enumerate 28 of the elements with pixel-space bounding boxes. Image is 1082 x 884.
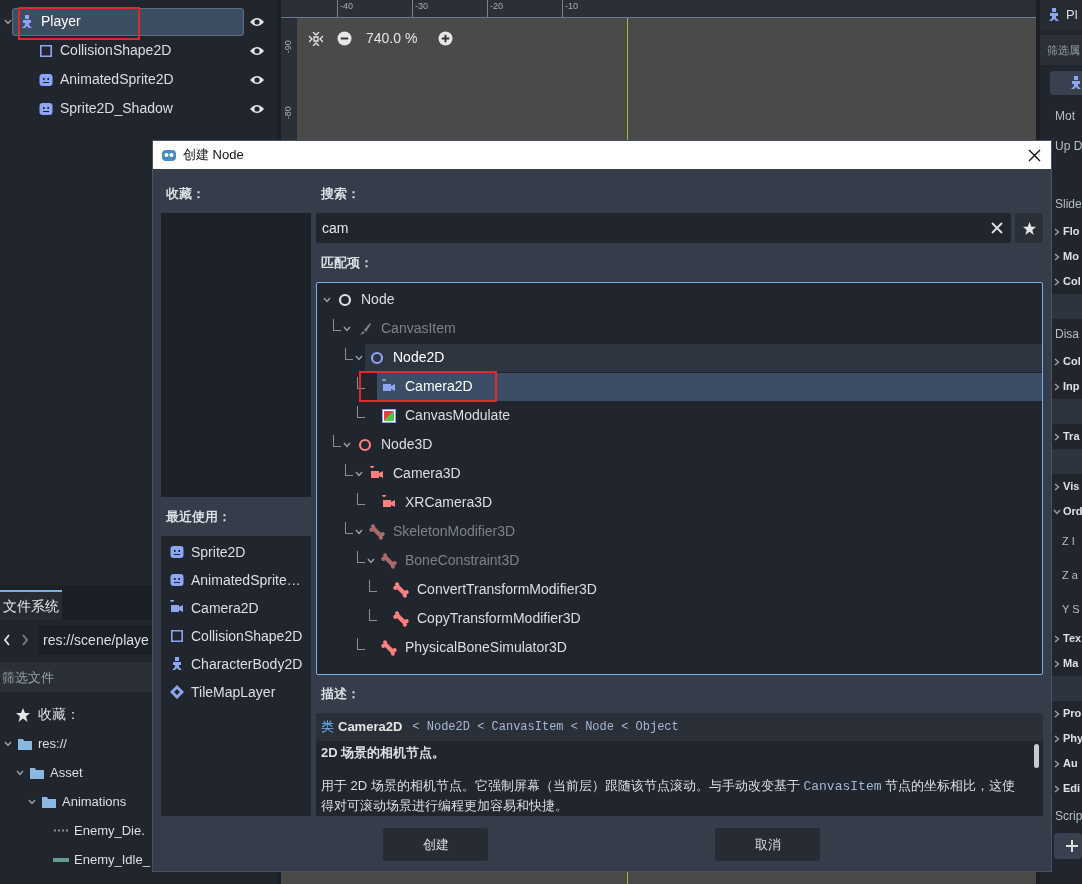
ruler-label: -40 [337, 0, 351, 17]
inheritance-chain: < Node2D < CanvasItem < Node < Object [412, 719, 679, 736]
ruler-label: -30 [412, 0, 426, 17]
recent-label: 最近使用： [165, 508, 232, 526]
node-name: Pl [1066, 6, 1078, 25]
ruler-label: -80 [282, 105, 295, 119]
description-label: 描述： [320, 685, 361, 703]
property-label: Z I [1062, 533, 1075, 549]
property-label: Up D [1055, 138, 1082, 155]
dialog-title: 创建 Node [183, 146, 244, 165]
property-label: Y S [1062, 601, 1080, 617]
class-keyword: 类 [321, 718, 334, 737]
property-label: Scrip [1055, 808, 1082, 825]
zoom-level: 740.0 % [366, 29, 419, 48]
matches-label: 匹配项： [320, 254, 374, 272]
ruler-label: -90 [282, 40, 295, 54]
favorites-label: 收藏： [38, 705, 80, 724]
property-label: Slide [1055, 196, 1082, 213]
ruler-label: -10 [562, 0, 576, 17]
favorites-label: 收藏： [165, 185, 206, 203]
class-name: Camera2D [338, 718, 403, 737]
property-label: Mot [1055, 108, 1075, 125]
search-label: 搜索： [320, 185, 361, 203]
ruler-label: -20 [487, 0, 501, 17]
description-text: 用于 2D 场景的相机节点。它强制屏幕（当前层）跟随该节点滚动。与手动改变基于 CanvasItem 节点的坐标相比，这使得对可滚动场景进行编程更加容易和快捷。 [321, 777, 1017, 815]
property-label: Disa [1055, 326, 1079, 343]
property-label: Z a [1062, 567, 1078, 583]
brief-description: 2D 场景的相机节点。 [321, 744, 447, 762]
